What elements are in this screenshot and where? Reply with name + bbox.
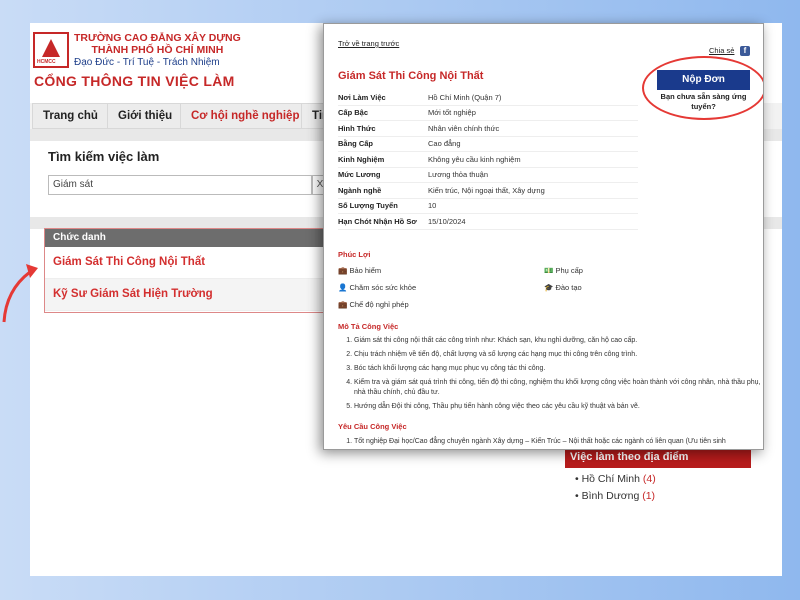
info-value: 15/10/2024: [428, 213, 638, 230]
info-label: Hạn Chót Nhận Hồ Sơ: [338, 213, 428, 230]
info-row: Số Lượng Tuyển 10: [338, 198, 638, 214]
location-count: (1): [642, 490, 656, 502]
list-item: Chịu trách nhiệm về tiến độ, chất lượng …: [354, 350, 763, 360]
info-row: Nơi Làm Việc Hồ Chí Minh (Quận 7): [338, 90, 638, 106]
logo-text: HCMCC: [37, 59, 56, 65]
job-title: Giám Sát Thi Công Nội Thất: [338, 70, 484, 82]
job-detail-popup: Trở về trang trước Chia sẻ f Giám Sát Th…: [323, 23, 764, 450]
info-row: Cấp Bậc Mới tốt nghiệp: [338, 105, 638, 121]
requirements-title: Yêu Cầu Công Việc: [338, 422, 407, 431]
info-value: Lương thỏa thuận: [428, 167, 638, 183]
info-row: Hạn Chót Nhận Hồ Sơ 15/10/2024: [338, 213, 638, 230]
school-name: TRƯỜNG CAO ĐẲNG XÂY DỰNG THÀNH PHỐ HỒ CH…: [74, 32, 241, 56]
nav-tab-career[interactable]: Cơ hội nghề nghiệp: [180, 103, 311, 129]
info-value: 10: [428, 198, 638, 214]
school-name-line2: THÀNH PHỐ HỒ CHÍ MINH: [91, 44, 224, 56]
benefit-leave: 💼 Chế độ nghỉ phép: [338, 300, 409, 309]
search-title: Tìm kiếm việc làm: [48, 149, 160, 164]
info-label: Mức Lương: [338, 167, 428, 183]
nav-tab-home[interactable]: Trang chủ: [32, 103, 109, 129]
info-label: Hình Thức: [338, 120, 428, 137]
share-link[interactable]: Chia sẻ: [709, 46, 734, 55]
highlight-circle-annotation: [642, 56, 763, 120]
search-input[interactable]: Giám sát: [48, 175, 312, 195]
location-link-binhduong[interactable]: • Bình Dương (1): [575, 490, 751, 502]
back-link[interactable]: Trở về trang trước: [338, 39, 399, 48]
facebook-icon[interactable]: f: [740, 46, 750, 56]
benefit-healthcare: 👤 Chăm sóc sức khỏe: [338, 283, 417, 292]
info-value: Kiến trúc, Nội ngoại thất, Xây dựng: [428, 182, 638, 199]
info-label: Kinh Nghiệm: [338, 151, 428, 168]
list-item: Kiểm tra và giám sát quá trình thi công,…: [354, 378, 763, 398]
benefit-insurance: 💼 Bảo hiểm: [338, 266, 382, 275]
info-label: Bằng Cấp: [338, 136, 428, 152]
info-value: Cao đẳng: [428, 136, 638, 152]
info-label: Ngành nghề: [338, 182, 428, 199]
benefits-title: Phúc Lợi: [338, 250, 371, 259]
money-icon: 💵: [544, 266, 554, 275]
location-link-hcm[interactable]: • Hồ Chí Minh (4): [575, 473, 751, 485]
info-value: Nhân viên chính thức: [428, 120, 638, 137]
info-value: Hồ Chí Minh (Quận 7): [428, 90, 638, 106]
school-motto: Đạo Đức - Trí Tuệ - Trách Nhiệm: [74, 57, 220, 68]
info-value: Không yêu cầu kinh nghiệm: [428, 151, 638, 168]
nav-tab-about[interactable]: Giới thiệu: [107, 103, 184, 129]
briefcase-icon: 💼: [338, 266, 348, 275]
user-md-icon: 👤: [338, 283, 348, 292]
graduation-cap-icon: 🎓: [544, 283, 554, 292]
location-widget: Việc làm theo địa điểm • Hồ Chí Minh (4)…: [565, 446, 751, 512]
info-label: Nơi Làm Việc: [338, 90, 428, 106]
portal-title: CỔNG THÔNG TIN VIỆC LÀM: [34, 73, 235, 89]
school-name-line1: TRƯỜNG CAO ĐẲNG XÂY DỰNG: [74, 32, 241, 44]
info-row: Hình Thức Nhân viên chính thức: [338, 120, 638, 137]
red-arrow-annotation-icon: [2, 264, 38, 323]
info-row: Mức Lương Lương thỏa thuận: [338, 167, 638, 183]
logo-triangle-icon: [42, 39, 60, 57]
list-item: Giám sát thi công nội thất các công trìn…: [354, 336, 763, 346]
requirements-list: Tốt nghiệp Đại học/Cao đẳng chuyên ngành…: [338, 437, 763, 449]
info-row: Kinh Nghiệm Không yêu cầu kinh nghiệm: [338, 151, 638, 168]
column-header-title: Chức danh: [45, 229, 345, 247]
location-count: (4): [642, 473, 656, 485]
info-row: Bằng Cấp Cao đẳng: [338, 136, 638, 152]
location-name: Hồ Chí Minh: [581, 473, 640, 485]
list-item: Hướng dẫn Đội thi công, Thầu phụ tiến hà…: [354, 402, 763, 412]
location-name: Bình Dương: [581, 490, 640, 502]
briefcase-icon: 💼: [338, 300, 348, 309]
info-value: Mới tốt nghiệp: [428, 105, 638, 121]
job-results-table: Chức danh Giám Sát Thi Công Nội Thất Kỹ …: [44, 228, 346, 313]
info-row: Ngành nghề Kiến trúc, Nội ngoại thất, Xây…: [338, 182, 638, 199]
info-label: Cấp Bậc: [338, 105, 428, 121]
school-logo[interactable]: HCMCC: [33, 32, 69, 68]
job-link[interactable]: Giám Sát Thi Công Nội Thất: [45, 247, 345, 279]
job-link[interactable]: Kỹ Sư Giám Sát Hiện Trường: [45, 279, 345, 311]
list-item: Tốt nghiệp Đại học/Cao đẳng chuyên ngành…: [354, 437, 763, 447]
description-title: Mô Tả Công Việc: [338, 322, 399, 331]
description-list: Giám sát thi công nội thất các công trìn…: [338, 336, 763, 416]
benefit-allowance: 💵 Phụ cấp: [544, 266, 583, 275]
job-info-table: Nơi Làm Việc Hồ Chí Minh (Quận 7) Cấp Bậc M…: [338, 90, 638, 230]
benefit-training: 🎓 Đào tạo: [544, 283, 582, 292]
list-item: Bóc tách khối lượng các hạng mục phục vụ…: [354, 364, 763, 374]
info-label: Số Lượng Tuyển: [338, 198, 428, 214]
